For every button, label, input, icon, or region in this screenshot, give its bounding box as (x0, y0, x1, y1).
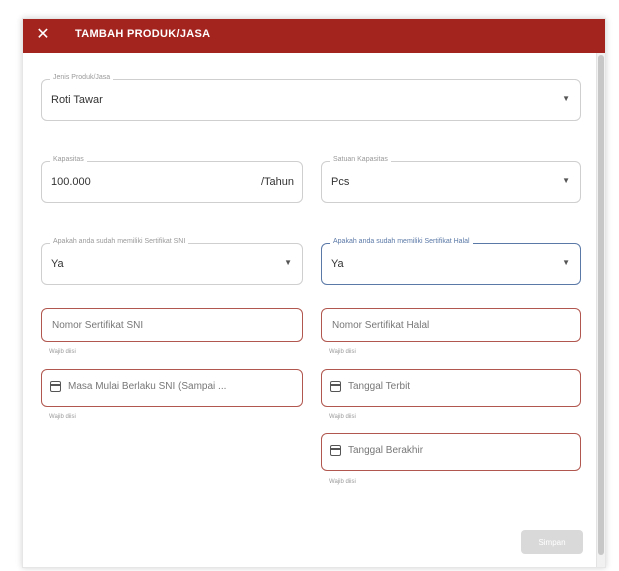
calendar-icon (50, 381, 61, 392)
halal-certificate-label: Apakah anda sudah memiliki Sertifikat Ha… (330, 238, 473, 245)
issue-date-helper: Wajib diisi (329, 414, 356, 420)
sni-validity-placeholder: Masa Mulai Berlaku SNI (Sampai ... (68, 381, 227, 392)
chevron-down-icon: ▼ (562, 258, 570, 267)
chevron-down-icon: ▼ (562, 176, 570, 185)
sni-number-helper: Wajib diisi (49, 349, 76, 355)
dialog-header: ✕ TAMBAH PRODUK/JASA (23, 19, 605, 53)
capacity-input[interactable]: Kapasitas 100.000 /Tahun (41, 156, 303, 203)
sni-certificate-select[interactable]: Apakah anda sudah memiliki Sertifikat SN… (41, 238, 303, 285)
add-product-dialog: ✕ TAMBAH PRODUK/JASA Jenis Produk/Jasa R… (22, 18, 606, 568)
close-icon[interactable]: ✕ (33, 25, 53, 45)
product-type-label: Jenis Produk/Jasa (50, 74, 114, 81)
chevron-down-icon: ▼ (562, 94, 570, 103)
halal-number-helper: Wajib diisi (329, 349, 356, 355)
capacity-unit-select[interactable]: Satuan Kapasitas Pcs ▼ (321, 156, 581, 203)
capacity-value: 100.000 (51, 176, 91, 188)
chevron-down-icon: ▼ (284, 258, 292, 267)
calendar-icon (330, 445, 341, 456)
sni-validity-date-input[interactable]: Masa Mulai Berlaku SNI (Sampai ... (41, 369, 303, 407)
issue-date-input[interactable]: Tanggal Terbit (321, 369, 581, 407)
sni-certificate-value: Ya (51, 258, 64, 270)
expiry-date-helper: Wajib diisi (329, 479, 356, 485)
scrollbar-thumb[interactable] (598, 55, 604, 555)
capacity-unit-label: Satuan Kapasitas (330, 156, 391, 163)
sni-certificate-label: Apakah anda sudah memiliki Sertifikat SN… (50, 238, 189, 245)
capacity-label: Kapasitas (50, 156, 87, 163)
halal-number-placeholder: Nomor Sertifikat Halal (332, 320, 430, 331)
halal-number-input[interactable]: Nomor Sertifikat Halal (321, 308, 581, 342)
halal-certificate-select[interactable]: Apakah anda sudah memiliki Sertifikat Ha… (321, 238, 581, 285)
capacity-suffix: /Tahun (260, 176, 294, 188)
sni-number-input[interactable]: Nomor Sertifikat SNI (41, 308, 303, 342)
dialog-title: TAMBAH PRODUK/JASA (75, 28, 211, 40)
expiry-date-input[interactable]: Tanggal Berakhir (321, 433, 581, 471)
capacity-unit-value: Pcs (331, 176, 350, 188)
product-type-value: Roti Tawar (51, 94, 103, 106)
sni-number-placeholder: Nomor Sertifikat SNI (52, 320, 144, 331)
issue-date-placeholder: Tanggal Terbit (348, 381, 411, 392)
expiry-date-placeholder: Tanggal Berakhir (348, 445, 424, 456)
calendar-icon (330, 381, 341, 392)
sni-validity-helper: Wajib diisi (49, 414, 76, 420)
product-type-select[interactable]: Jenis Produk/Jasa Roti Tawar ▼ (41, 74, 581, 121)
halal-certificate-value: Ya (331, 258, 344, 270)
scrollbar[interactable] (596, 53, 605, 567)
save-button[interactable]: Simpan (521, 530, 583, 554)
